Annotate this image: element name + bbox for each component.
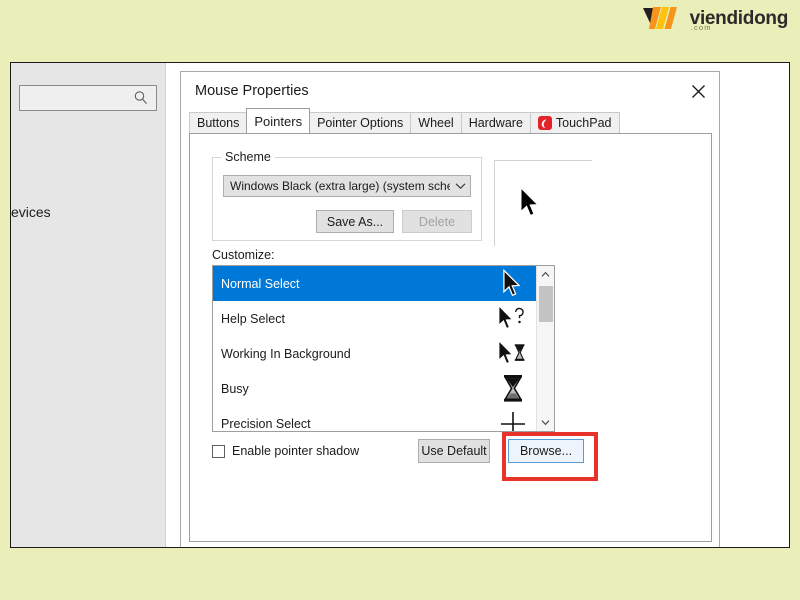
hourglass-cursor-icon <box>498 372 528 406</box>
chevron-down-icon[interactable] <box>537 414 554 431</box>
background-settings-window: evices <box>11 63 166 547</box>
list-item-label: Precision Select <box>221 416 311 431</box>
scheme-dropdown[interactable]: Windows Black (extra large) (system sche… <box>223 175 471 197</box>
tab-touchpad[interactable]: TouchPad <box>529 112 620 133</box>
checkbox-label: Enable pointer shadow <box>232 444 360 458</box>
delete-button: Delete <box>402 210 472 233</box>
dialog-title-bar: Mouse Properties <box>181 72 719 110</box>
background-window-gap <box>166 63 180 547</box>
brand-suffix: .com <box>690 22 712 32</box>
list-item-label: Working In Background <box>221 346 351 361</box>
scrollbar-thumb[interactable] <box>539 286 553 322</box>
tab-label: Pointers <box>254 113 303 129</box>
dialog-tab-strip: Buttons Pointers Pointer Options Wheel H… <box>189 108 620 133</box>
tab-hardware[interactable]: Hardware <box>460 112 531 133</box>
search-icon <box>133 90 149 106</box>
tab-label: Pointer Options <box>317 116 404 130</box>
pointer-list[interactable]: Normal Select Help Select Working In Bac… <box>212 265 555 432</box>
chevron-down-icon <box>450 182 470 190</box>
tab-wheel[interactable]: Wheel <box>410 112 462 133</box>
crosshair-cursor-icon <box>498 407 528 431</box>
chevron-up-icon[interactable] <box>537 266 554 283</box>
list-item[interactable]: Working In Background <box>213 336 536 371</box>
search-input[interactable] <box>19 85 157 111</box>
plate-right-gutter <box>720 63 789 547</box>
dialog-title: Mouse Properties <box>195 83 309 99</box>
arrow-cursor-icon <box>498 267 528 301</box>
arrow-cursor-icon <box>520 186 542 224</box>
list-item-label: Busy <box>221 381 249 396</box>
list-scrollbar[interactable] <box>536 266 554 431</box>
tab-label: Buttons <box>197 116 240 130</box>
save-as-button[interactable]: Save As... <box>316 210 394 233</box>
touchpad-icon <box>537 116 552 130</box>
checkbox-box[interactable] <box>212 444 225 458</box>
list-item[interactable]: Help Select <box>213 301 536 336</box>
browse-button[interactable]: Browse... <box>507 438 585 464</box>
enable-pointer-shadow-checkbox[interactable]: Enable pointer shadow <box>212 444 359 458</box>
close-icon[interactable] <box>677 72 719 110</box>
pointer-preview-pane <box>494 160 592 246</box>
list-item[interactable]: Precision Select <box>213 406 536 431</box>
browse-label: Browse... <box>519 444 573 458</box>
arrow-hourglass-cursor-icon <box>498 337 528 371</box>
arrow-help-cursor-icon <box>498 302 528 336</box>
background-window-text: evices <box>11 204 51 220</box>
list-item-label: Help Select <box>221 311 285 326</box>
save-as-label: Save As... <box>326 214 384 229</box>
pointers-tab-panel: Scheme Windows Black (extra large) (syst… <box>189 133 712 542</box>
list-item[interactable]: Normal Select <box>213 266 536 301</box>
tab-label: Wheel <box>418 116 454 130</box>
tab-pointer-options[interactable]: Pointer Options <box>309 112 412 133</box>
use-default-button[interactable]: Use Default <box>418 439 490 463</box>
brand-watermark: viendidong .com <box>641 4 788 32</box>
tab-buttons[interactable]: Buttons <box>189 112 248 133</box>
delete-label: Delete <box>418 214 456 229</box>
tab-label: TouchPad <box>555 116 612 130</box>
use-default-label: Use Default <box>421 444 487 458</box>
screenshot-plate: evices Mouse Properties Buttons Pointers… <box>10 62 790 548</box>
scheme-legend: Scheme <box>221 150 275 164</box>
customize-label: Customize: <box>212 248 275 262</box>
list-item[interactable]: Busy <box>213 371 536 406</box>
viendidong-logo-icon <box>641 4 683 32</box>
scheme-group-box: Scheme Windows Black (extra large) (syst… <box>212 150 482 241</box>
scheme-selected-value: Windows Black (extra large) (system sche… <box>230 179 450 193</box>
mouse-properties-dialog: Mouse Properties Buttons Pointers Pointe… <box>180 71 720 547</box>
tab-pointers[interactable]: Pointers <box>246 108 311 133</box>
list-item-label: Normal Select <box>221 276 300 291</box>
tab-label: Hardware <box>468 116 523 130</box>
